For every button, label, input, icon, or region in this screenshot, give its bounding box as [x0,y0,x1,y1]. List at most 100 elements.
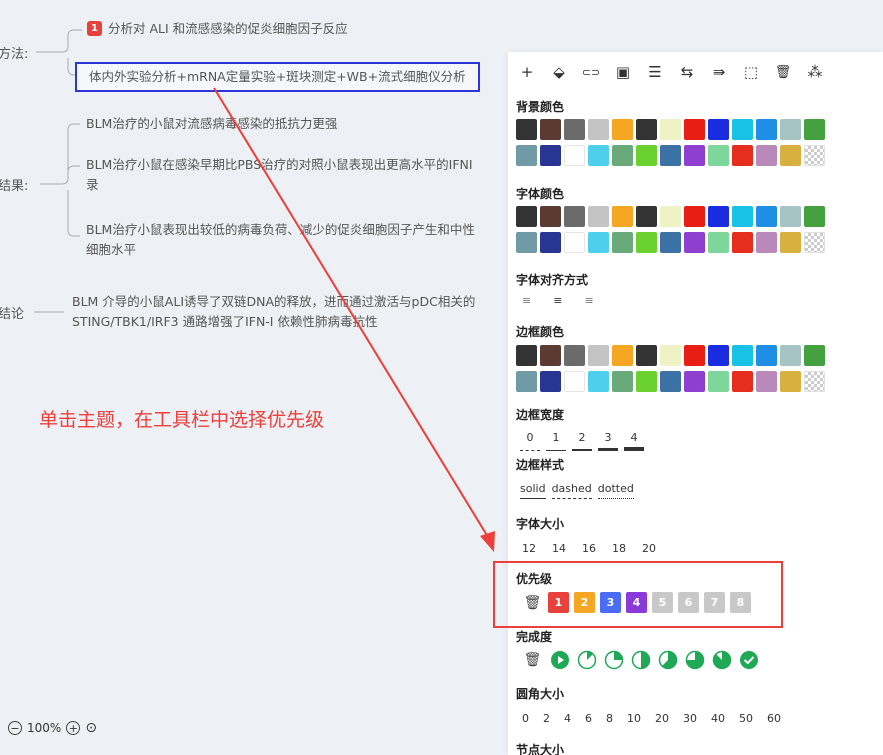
align-center-icon[interactable]: ≡ [553,294,562,307]
font-color-swatch[interactable] [684,206,705,227]
font-color-swatch[interactable] [804,232,825,253]
bg-color-swatch[interactable] [516,145,537,166]
frame-icon[interactable]: ⬚ [742,62,760,82]
image-icon[interactable]: ▣ [614,62,632,82]
align-left-icon[interactable]: ≡ [522,294,531,307]
radius-8[interactable]: 8 [606,712,613,725]
completion-6-8-icon[interactable] [685,650,705,670]
font-size-18[interactable]: 18 [612,542,626,555]
radius-2[interactable]: 2 [543,712,550,725]
bg-color-swatch[interactable] [684,119,705,140]
node-result-2[interactable]: BLM治疗小鼠在感染早期比PBS治疗的对照小鼠表现出更高水平的IFNI 录 [86,155,473,195]
border-width-4[interactable]: 4 [624,431,644,451]
bg-color-swatch[interactable] [732,119,753,140]
locate-icon[interactable]: ⊙ [85,720,97,736]
border-color-swatch[interactable] [612,371,633,392]
font-color-swatch[interactable] [564,206,585,227]
border-style-solid[interactable]: solid [520,482,546,499]
bg-color-swatch[interactable] [804,119,825,140]
bg-color-swatch[interactable] [684,145,705,166]
bg-color-swatch[interactable] [804,145,825,166]
border-color-swatch[interactable] [684,345,705,366]
font-color-swatch[interactable] [684,232,705,253]
bg-color-swatch[interactable] [708,145,729,166]
node-conclusion[interactable]: BLM 介导的小鼠ALI诱导了双链DNA的释放，进而通过激活与pDC相关的 ST… [72,292,475,332]
border-color-swatch[interactable] [756,371,777,392]
border-color-swatch[interactable] [588,345,609,366]
radius-60[interactable]: 60 [767,712,781,725]
font-size-14[interactable]: 14 [552,542,566,555]
border-color-swatch[interactable] [660,371,681,392]
completion-7-8-icon[interactable] [712,650,732,670]
border-color-swatch[interactable] [732,345,753,366]
border-color-swatch[interactable] [804,345,825,366]
radius-40[interactable]: 40 [711,712,725,725]
font-color-swatch[interactable] [612,206,633,227]
border-color-swatch[interactable] [708,345,729,366]
selected-node-experiments[interactable]: 体内外实验分析+mRNA定量实验+斑块测定+WB+流式细胞仪分析 [75,62,480,92]
bg-color-swatch[interactable] [708,119,729,140]
bg-color-swatch[interactable] [588,119,609,140]
font-color-swatch[interactable] [588,206,609,227]
bg-color-swatch[interactable] [636,119,657,140]
font-color-swatch[interactable] [612,232,633,253]
border-color-swatch[interactable] [564,371,585,392]
note-icon[interactable]: ☰ [646,62,664,82]
font-color-swatch[interactable] [660,206,681,227]
zoom-in-button[interactable]: + [66,721,81,735]
border-width-2[interactable]: 2 [572,431,592,451]
border-color-swatch[interactable] [660,345,681,366]
border-color-swatch[interactable] [540,345,561,366]
radius-30[interactable]: 30 [683,712,697,725]
font-color-swatch[interactable] [540,232,561,253]
border-color-swatch[interactable] [588,371,609,392]
border-color-swatch[interactable] [516,371,537,392]
bg-color-swatch[interactable] [516,119,537,140]
bg-color-swatch[interactable] [612,119,633,140]
font-color-swatch[interactable] [564,232,585,253]
border-color-swatch[interactable] [564,345,585,366]
border-color-swatch[interactable] [780,371,801,392]
fill-bucket-icon[interactable]: ⬙ [550,62,568,82]
bg-color-swatch[interactable] [636,145,657,166]
radius-0[interactable]: 0 [522,712,529,725]
relation-icon[interactable]: ⇆ [678,62,696,82]
font-color-swatch[interactable] [708,206,729,227]
bg-color-swatch[interactable] [540,119,561,140]
border-color-swatch[interactable] [612,345,633,366]
border-color-swatch[interactable] [540,371,561,392]
font-color-swatch[interactable] [780,232,801,253]
align-right-icon[interactable]: ≡ [584,294,593,307]
plus-icon[interactable]: + [518,62,536,82]
border-width-0[interactable]: 0 [520,431,540,451]
summary-icon[interactable]: ⇛ [710,62,728,82]
node-result-1[interactable]: BLM治疗的小鼠对流感病毒感染的抵抗力更强 [86,114,337,134]
border-color-swatch[interactable] [636,345,657,366]
bg-color-swatch[interactable] [612,145,633,166]
radius-50[interactable]: 50 [739,712,753,725]
border-color-swatch[interactable] [780,345,801,366]
completion-2-8-icon[interactable] [604,650,624,670]
font-color-swatch[interactable] [660,232,681,253]
border-style-dotted[interactable]: dotted [597,482,634,499]
bg-color-swatch[interactable] [564,119,585,140]
clear-completion-icon[interactable]: 🗑 [522,652,543,668]
border-color-swatch[interactable] [732,371,753,392]
zoom-out-button[interactable]: − [8,721,22,735]
link-icon[interactable]: ⊂⊃ [582,62,600,82]
font-color-swatch[interactable] [636,232,657,253]
font-color-swatch[interactable] [756,232,777,253]
bg-color-swatch[interactable] [660,145,681,166]
radius-20[interactable]: 20 [655,712,669,725]
structure-icon[interactable]: ⁂ [806,62,824,82]
bg-color-swatch[interactable] [564,145,585,166]
completion-5-8-icon[interactable] [658,650,678,670]
radius-10[interactable]: 10 [627,712,641,725]
bg-color-swatch[interactable] [756,145,777,166]
border-color-swatch[interactable] [636,371,657,392]
font-color-swatch[interactable] [780,206,801,227]
radius-4[interactable]: 4 [564,712,571,725]
border-color-swatch[interactable] [804,371,825,392]
bg-color-swatch[interactable] [660,119,681,140]
font-color-swatch[interactable] [540,206,561,227]
